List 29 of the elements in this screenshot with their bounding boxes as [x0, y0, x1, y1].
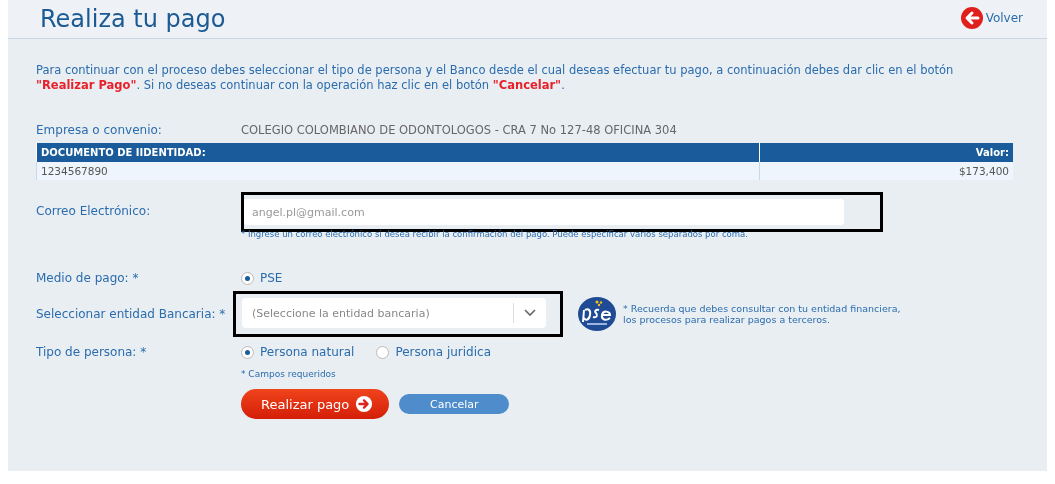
bank-dropdown[interactable]: (Seleccione la entidad bancaria) [242, 298, 546, 328]
company-label: Empresa o convenio: [36, 123, 163, 137]
instructions-text: Para continuar con el proceso debes seleccionar el tipo de persona y el Banco desde el cual deseas efectuar tu pago, a continuación debes dar clic en el botón "Realizar Pago". Si no deseas continuar con la operación haz clic en el botón "Cancelar". [36, 63, 955, 93]
radio-button[interactable] [241, 345, 254, 359]
email-field[interactable]: angel.pl@gmail.com [244, 199, 844, 225]
column-header: DOCUMENTO DE IIDENTIDAD: [36, 143, 760, 162]
arrow-right-icon [355, 395, 374, 413]
email-label: Correo Electrónico: [36, 204, 152, 218]
payment-method-label: Medio de pago: * [36, 271, 140, 285]
table-cell: 1234567890 [36, 162, 760, 180]
radio-label[interactable]: Persona juridica [395, 345, 491, 359]
chevron-down-icon [524, 309, 536, 317]
column-header: Valor: [759, 143, 1013, 162]
bank-label: Seleccionar entidad Bancaria: * [36, 307, 227, 321]
email-hint: * Ingrese un correo electrónico si desea recibir la confirmación del pago. Puede especificar varios separados por coma. [241, 229, 749, 239]
person-type-label: Tipo de persona: * [36, 345, 148, 359]
page-title: Realiza tu pago [40, 5, 226, 33]
radio-label[interactable]: Persona natural [260, 345, 355, 359]
radio-button[interactable] [241, 271, 254, 285]
pse-logo [577, 296, 617, 332]
back-link[interactable]: Volver [959, 6, 1023, 30]
table-cell: $173,400 [759, 162, 1013, 180]
company-value: COLEGIO COLOMBIANO DE ODONTOLOGOS - CRA 7 No 127-48 OFICINA 304 [241, 123, 677, 137]
radio-button[interactable] [376, 345, 390, 359]
cancel-button[interactable]: Cancelar [399, 394, 510, 414]
bank-note: * Recuerda que debes consultar con tu entidad financiera, los procesos para realizar pagos a terceros. [623, 303, 902, 325]
pay-button[interactable]: Realizar pago [241, 389, 390, 419]
required-note: * Campos requeridos [241, 369, 337, 379]
radio-label[interactable]: PSE [260, 271, 283, 285]
